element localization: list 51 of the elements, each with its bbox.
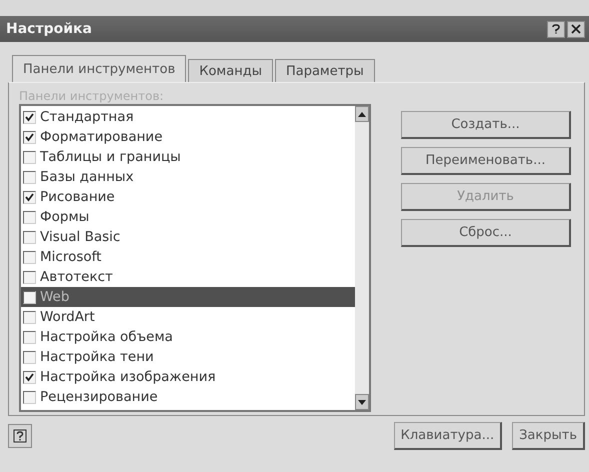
list-item[interactable]: Стандартная <box>40 109 134 125</box>
checkbox[interactable] <box>23 370 36 384</box>
list-item[interactable]: Автотекст <box>40 269 113 285</box>
dialog-button[interactable]: Переименовать... <box>401 147 571 175</box>
window-title: Настройка <box>6 21 92 37</box>
list-item[interactable]: Настройка объема <box>40 329 173 345</box>
down-arrow-icon <box>358 400 366 404</box>
toolbar-list[interactable]: Стандартная Форматирование Таблицы и границы Базы данных Рисование Формы Visual Basic Microsoft Автотекст Web WordArt Настройка объема Настройка тени Настройка изображения Рецензирование <box>19 104 371 412</box>
dialog-button[interactable]: Сброс... <box>401 219 571 247</box>
scrollbar[interactable] <box>355 106 369 410</box>
scroll-down-button[interactable] <box>355 394 369 410</box>
tab[interactable]: Параметры <box>274 59 375 82</box>
list-item[interactable]: Таблицы и границы <box>40 149 181 165</box>
checkbox[interactable] <box>23 210 36 224</box>
checkbox[interactable] <box>23 390 36 404</box>
dialog-button[interactable]: Закрыть <box>512 422 585 450</box>
list-item[interactable]: Форматирование <box>40 129 163 145</box>
list-item[interactable]: Visual Basic <box>40 229 120 245</box>
checkbox[interactable] <box>23 190 36 204</box>
list-item[interactable]: Настройка изображения <box>40 369 216 385</box>
checkbox[interactable] <box>23 150 36 164</box>
help-button[interactable] <box>8 424 32 448</box>
up-arrow-icon <box>358 112 366 116</box>
close-icon <box>571 24 581 34</box>
list-item[interactable]: Формы <box>40 209 90 225</box>
list-item[interactable]: Web <box>40 289 70 305</box>
list-item[interactable]: Рисование <box>40 189 115 205</box>
list-item[interactable]: Настройка тени <box>40 349 154 365</box>
list-item[interactable]: Рецензирование <box>40 389 158 405</box>
checkbox[interactable] <box>23 170 36 184</box>
list-item[interactable]: WordArt <box>40 309 95 325</box>
checkbox[interactable] <box>23 330 36 344</box>
close-button[interactable] <box>567 20 585 38</box>
checkbox[interactable] <box>23 110 36 124</box>
tab[interactable]: Панели инструментов <box>12 55 186 82</box>
list-item[interactable]: Microsoft <box>40 249 102 265</box>
dialog-button[interactable]: Создать... <box>401 111 571 139</box>
tab[interactable]: Команды <box>188 59 273 82</box>
list-item[interactable]: Базы данных <box>40 169 134 185</box>
help-icon <box>551 24 561 34</box>
checkbox[interactable] <box>23 270 36 284</box>
checkbox[interactable] <box>23 130 36 144</box>
checkbox[interactable] <box>23 350 36 364</box>
checkbox[interactable] <box>23 310 36 324</box>
help-button[interactable] <box>547 20 565 38</box>
help-icon <box>13 429 27 443</box>
dialog-button[interactable]: Клавиатура... <box>394 422 502 450</box>
scroll-up-button[interactable] <box>355 106 369 122</box>
checkbox[interactable] <box>23 290 36 304</box>
checkbox[interactable] <box>23 230 36 244</box>
checkbox[interactable] <box>23 250 36 264</box>
